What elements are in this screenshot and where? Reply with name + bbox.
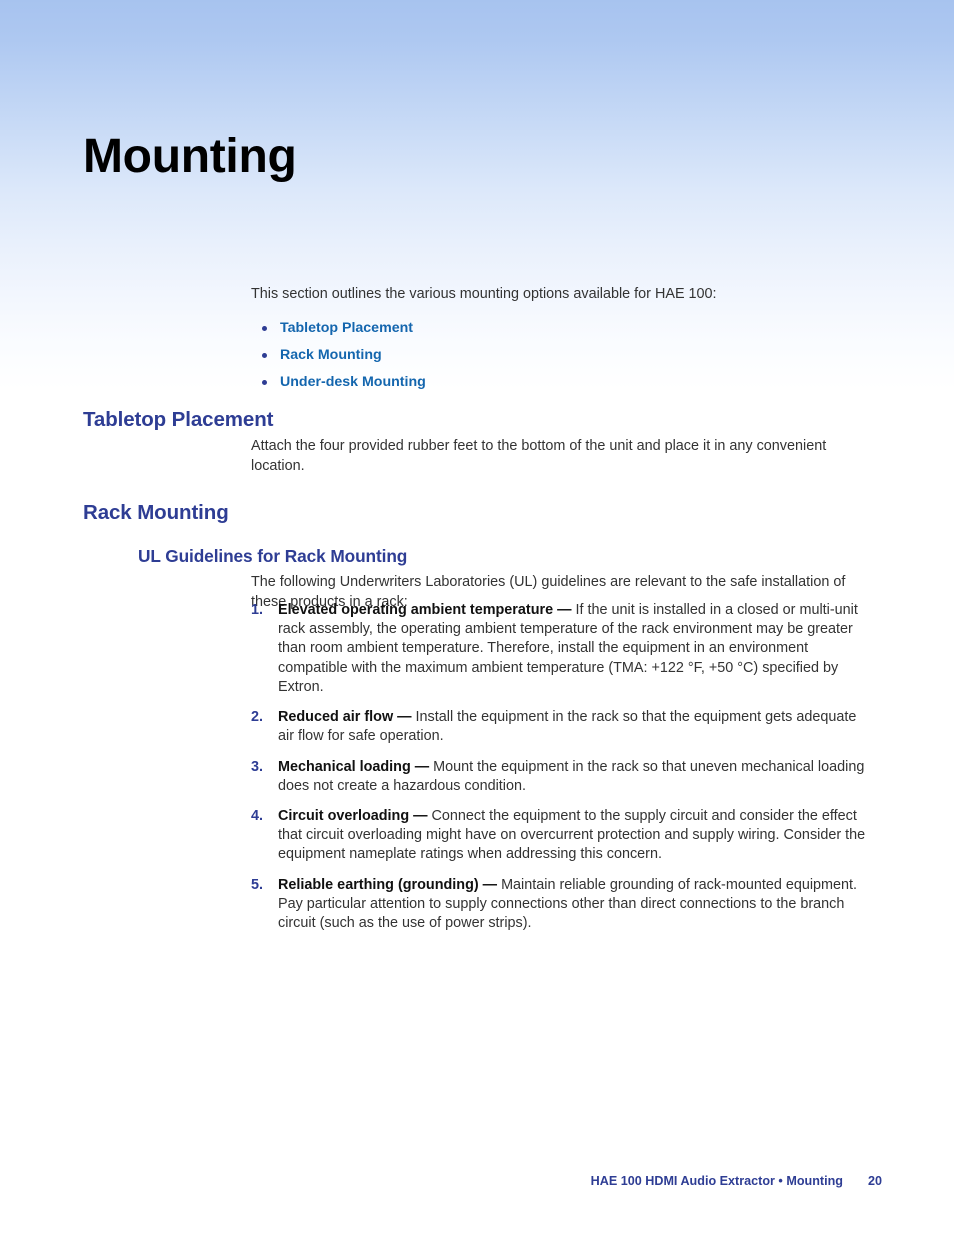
- list-item: 4. Circuit overloading — Connect the equi…: [251, 807, 869, 865]
- list-item-number: 2.: [251, 709, 264, 726]
- page-content: Mounting This section outlines the vario…: [0, 0, 954, 1235]
- link-under-desk-mounting[interactable]: Under-desk Mounting: [280, 374, 426, 390]
- intro-paragraph: This section outlines the various mounti…: [251, 286, 717, 303]
- list-item-number: 3.: [251, 758, 264, 775]
- bullet-dot-icon: [262, 379, 267, 385]
- subsection-heading-ul-guidelines: UL Guidelines for Rack Mounting: [138, 546, 408, 567]
- bullet-dot-icon: [262, 326, 267, 332]
- link-rack-mounting[interactable]: Rack Mounting: [280, 347, 382, 363]
- list-item: 1. Elevated operating ambient temperature…: [251, 601, 869, 697]
- ul-guidelines-numbered-list: 1. Elevated operating ambient temperature…: [251, 601, 869, 944]
- list-item-lead: Reduced air flow: [278, 709, 394, 726]
- list-item: 5. Reliable earthing (grounding) — Mainta…: [251, 876, 869, 934]
- list-item-number: 4.: [251, 807, 264, 824]
- list-item-dash: —: [413, 807, 428, 824]
- list-item-dash: —: [397, 709, 412, 726]
- page-title: Mounting: [83, 130, 297, 184]
- footer-page-number: 20: [867, 1174, 882, 1188]
- list-item-lead: Mechanical loading: [278, 758, 411, 775]
- list-item: 3. Mechanical loading — Mount the equipme…: [251, 758, 869, 796]
- list-item-number: 5.: [251, 876, 264, 893]
- footer-document-title: HAE 100 HDMI Audio Extractor • Mounting: [590, 1174, 843, 1188]
- section-heading-tabletop-placement: Tabletop Placement: [83, 408, 274, 431]
- page-background: Mounting This section outlines the vario…: [0, 0, 954, 1235]
- link-tabletop-placement[interactable]: Tabletop Placement: [280, 320, 413, 336]
- list-item-dash: —: [482, 876, 498, 893]
- list-item-lead: Reliable earthing (grounding): [278, 876, 479, 893]
- list-item: 2. Reduced air flow — Install the equipme…: [251, 708, 869, 746]
- list-item-dash: —: [557, 602, 572, 618]
- mounting-options-list: Tabletop Placement Rack Mounting Under-d…: [251, 319, 866, 391]
- section-heading-rack-mounting: Rack Mounting: [83, 501, 229, 524]
- list-item-number: 1.: [251, 602, 264, 618]
- list-item-dash: —: [414, 758, 430, 775]
- list-item-lead: Elevated operating ambient temperature: [278, 602, 554, 618]
- list-item: Under-desk Mounting: [251, 373, 866, 392]
- list-item: Tabletop Placement: [251, 319, 866, 338]
- tabletop-placement-paragraph: Attach the four provided rubber feet to …: [251, 438, 827, 474]
- list-item: Rack Mounting: [251, 346, 866, 365]
- list-item-lead: Circuit overloading: [278, 807, 410, 824]
- intro-block: This section outlines the various mounti…: [251, 271, 866, 399]
- page-footer: HAE 100 HDMI Audio Extractor • Mounting …: [0, 1174, 954, 1194]
- bullet-dot-icon: [262, 352, 267, 358]
